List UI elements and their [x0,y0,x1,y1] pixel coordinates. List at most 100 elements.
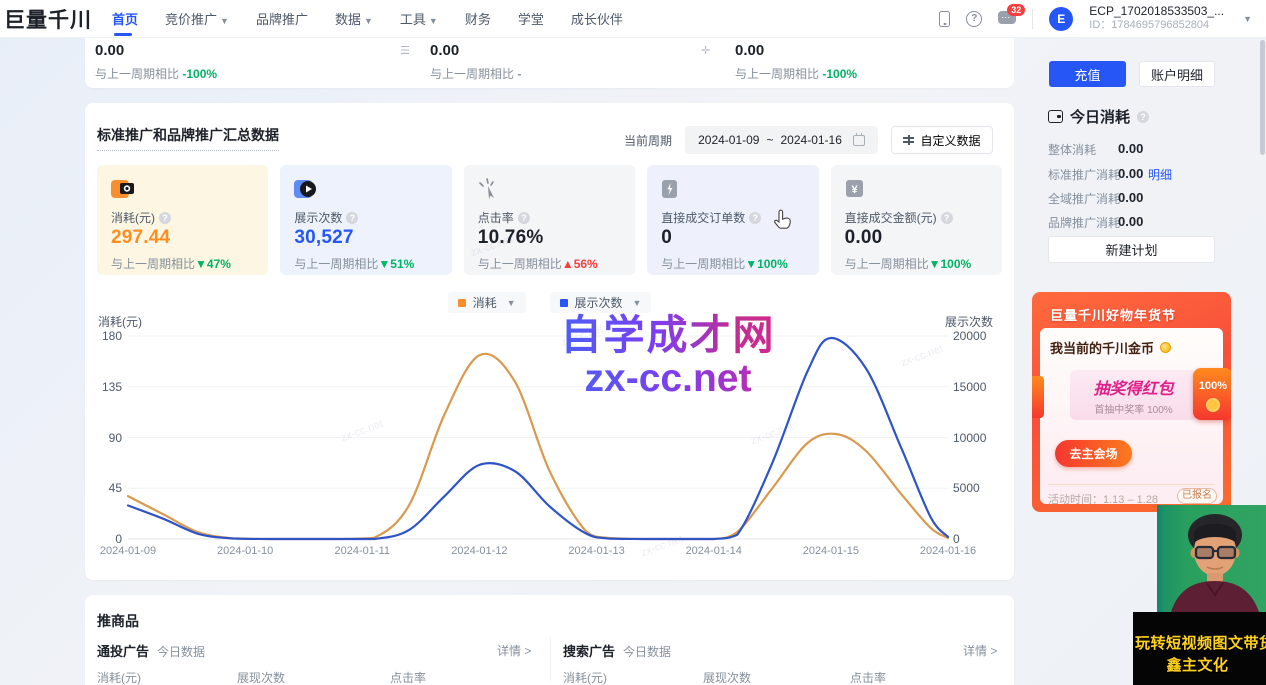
plus-icon: ✛ [701,44,710,57]
go-main-venue-button[interactable]: 去主会场 [1055,440,1132,467]
enrolled-badge: 已报名 [1177,488,1217,504]
prize-rate: 首抽中奖率 100% [1070,401,1197,416]
y-axis-tick-left: 0 [90,532,122,546]
today-row: 品牌推广消耗0.00 [1048,214,1214,231]
chevron-down-icon: ▼ [507,298,516,308]
scrollbar-thumb[interactable] [1260,40,1265,155]
nav-item-tools[interactable]: 工具▼ [400,0,438,38]
promo-banner[interactable]: 巨量千川好物年货节 我当前的千川金币 抽奖得红包 首抽中奖率 100% 100%… [1032,292,1231,512]
wallet-icon [1048,110,1063,123]
overview-stat-compare: 与上一周期相比 -100% [95,65,217,82]
today-row: 标准推广消耗0.00 明细 [1048,166,1214,183]
prize-box: 抽奖得红包 首抽中奖率 100% [1070,370,1197,420]
nav-item-home[interactable]: 首页 [112,0,138,38]
x-axis-tick: 2024-01-16 [906,545,990,557]
column-header: 展现次数 [703,669,751,685]
y-axis-tick-left: 45 [90,481,122,495]
x-axis-tick: 2024-01-13 [555,545,639,557]
products-card: 推商品 通投广告今日数据 详情 > 搜索广告今日数据 详情 > 消耗(元) 展现… [85,595,1014,685]
new-plan-button[interactable]: 新建计划 [1048,236,1215,263]
account-name: ECP_1702018533503_... [1089,5,1224,19]
list-icon: ☰ [400,44,410,57]
y-axis-tick-right: 15000 [953,380,986,394]
line-chart [85,103,1014,580]
x-axis-tick: 2024-01-09 [86,545,170,557]
question-icon[interactable]: ? [1137,111,1149,123]
account-detail-button[interactable]: 账户明细 [1139,61,1215,87]
column-header: 展现次数 [237,669,285,685]
main-menu: 首页 竞价推广▼ 品牌推广 数据▼ 工具▼ 财务 学堂 成长伙伴 [112,0,623,38]
y-axis-tick-right: 5000 [953,481,980,495]
nav-item-data[interactable]: 数据▼ [335,0,373,38]
y-axis-tick-left: 135 [90,380,122,394]
detail-link[interactable]: 明细 [1148,166,1172,183]
video-caption-line1: 玩转短视频图文带货 [1135,632,1266,653]
overview-card-partial: 0.00 与上一周期相比 -100% ☰ 0.00 与上一周期相比 - ✛ 0.… [85,38,1014,88]
summary-card: 标准推广和品牌推广汇总数据 当前周期 2024-01-09~2024-01-16… [85,103,1014,580]
y-axis-tick-left: 90 [90,431,122,445]
presenter-illustration [1157,505,1266,612]
app-logo: 巨量千川 [4,4,92,34]
y-axis-tick-left: 180 [90,329,122,343]
feed-ads-detail-link[interactable]: 详情 > [497,642,531,659]
nav-item-brand[interactable]: 品牌推广 [256,0,308,38]
x-axis-tick: 2024-01-14 [672,545,756,557]
webcam-video [1157,505,1266,612]
top-nav: 巨量千川 首页 竞价推广▼ 品牌推广 数据▼ 工具▼ 财务 学堂 成长伙伴 ? … [0,0,1266,38]
red-envelope-icon [1032,376,1044,418]
x-axis-tick: 2024-01-10 [203,545,287,557]
overview-stat-value: 0.00 [95,42,124,59]
x-axis-tick: 2024-01-15 [789,545,873,557]
y-axis-tick-right: 20000 [953,329,986,343]
recharge-button[interactable]: 充值 [1049,61,1126,87]
legend-impressions-dropdown[interactable]: 展示次数 ▼ [550,292,652,313]
red-envelope-icon: 100% [1193,368,1231,420]
overview-stat-compare: 与上一周期相比 - [430,65,521,82]
search-ads-detail-link[interactable]: 详情 > [963,642,997,659]
column-header: 消耗(元) [563,669,607,685]
avatar[interactable]: E [1049,7,1073,31]
message-icon[interactable]: 32 [998,11,1016,26]
nav-item-academy[interactable]: 学堂 [518,0,544,38]
mobile-app-icon[interactable] [939,11,950,27]
legend-cost-dropdown[interactable]: 消耗 ▼ [448,292,526,313]
account-id: ID：1784695796852804 [1089,19,1224,32]
overview-stat-compare: 与上一周期相比 -100% [735,65,857,82]
chart-area: 18020000135150009010000455000002024-01-0… [85,103,1014,580]
video-caption-line2: 鑫主文化 [1133,654,1262,675]
overview-stat-value: 0.00 [735,42,764,59]
chevron-down-icon[interactable]: ▼ [1243,14,1252,24]
chevron-down-icon: ▼ [364,16,373,26]
feed-ads-header: 通投广告今日数据 [97,641,205,660]
promo-title: 巨量千川好物年货节 [1050,305,1176,324]
chevron-down-icon: ▼ [633,298,642,308]
column-header: 点击率 [850,669,886,685]
chart-legend: 消耗 ▼ 展示次数 ▼ [85,292,1014,313]
today-row: 整体消耗0.00 [1048,141,1214,158]
products-title: 推商品 [97,611,139,631]
promo-inner-card: 我当前的千川金币 抽奖得红包 首抽中奖率 100% 100% 去主会场 活动时间… [1040,328,1223,504]
y-axis-tick-right: 10000 [953,431,986,445]
coin-icon [1160,342,1171,353]
x-axis-tick: 2024-01-12 [437,545,521,557]
account-info[interactable]: ECP_1702018533503_... ID：178469579685280… [1089,5,1224,31]
divider [550,637,551,681]
today-row: 全域推广消耗0.00 [1048,190,1214,207]
column-header: 点击率 [390,669,426,685]
coin-line: 我当前的千川金币 [1050,338,1171,357]
legend-swatch-blue [560,299,568,307]
column-header: 消耗(元) [97,669,141,685]
divider [1032,9,1033,29]
chart-line-left [128,354,948,539]
divider [1048,484,1215,485]
y-axis-tick-right: 0 [953,532,960,546]
notification-badge: 32 [1007,4,1025,16]
promo-time: 活动时间：1.13 – 1.28 [1048,491,1158,507]
nav-item-partner[interactable]: 成长伙伴 [571,0,623,38]
nav-item-bidding[interactable]: 竞价推广▼ [165,0,229,38]
video-caption-bar: 玩转短视频图文带货 鑫主文化 [1133,612,1266,685]
prize-text: 抽奖得红包 [1070,375,1197,399]
help-icon[interactable]: ? [966,11,982,27]
today-consumption-header: 今日消耗 ? [1048,106,1149,127]
nav-item-finance[interactable]: 财务 [465,0,491,38]
